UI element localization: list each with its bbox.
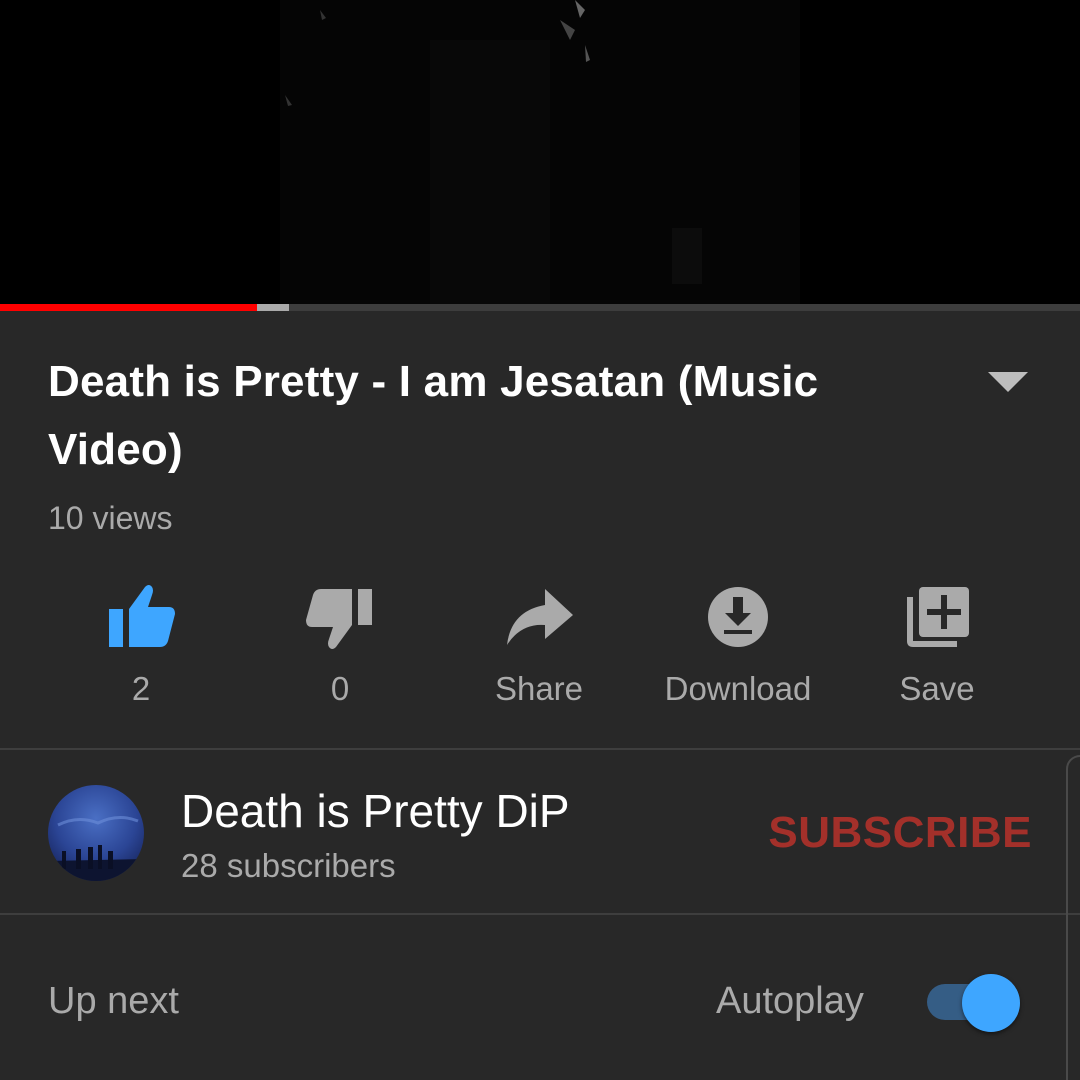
autoplay-toggle[interactable] (924, 974, 1024, 1032)
channel-name[interactable]: Death is Pretty DiP (181, 784, 570, 838)
video-progress-bar[interactable] (0, 304, 1080, 311)
chevron-down-icon[interactable] (986, 370, 1030, 394)
autoplay-label: Autoplay (716, 980, 864, 1022)
share-icon (507, 589, 573, 645)
up-next-label: Up next (48, 980, 179, 1022)
divider (0, 913, 1080, 915)
add-to-playlist-icon (907, 587, 969, 647)
progress-played (0, 304, 258, 311)
video-player[interactable] (0, 0, 1080, 304)
scroll-panel-edge (1066, 755, 1080, 1080)
divider (0, 748, 1080, 750)
share-label: Share (494, 670, 584, 707)
like-count: 2 (131, 670, 151, 707)
channel-avatar[interactable] (48, 785, 144, 881)
download-button[interactable]: Download (638, 575, 838, 725)
video-frame (0, 0, 1080, 304)
dislike-button[interactable]: 0 (240, 575, 440, 725)
subscribe-button[interactable]: SUBSCRIBE (768, 808, 1032, 858)
view-count: 10 views (48, 500, 173, 536)
toggle-knob (962, 974, 1020, 1032)
save-button[interactable]: Save (837, 575, 1037, 725)
save-label: Save (899, 670, 975, 707)
download-label: Download (664, 670, 812, 707)
thumbs-up-icon (109, 585, 175, 647)
action-bar: 2 0 Share Download Save (0, 575, 1080, 725)
thumbs-down-icon (306, 589, 372, 649)
dislike-count: 0 (330, 670, 350, 707)
avatar-image (48, 785, 144, 881)
share-button[interactable]: Share (439, 575, 639, 725)
like-button[interactable]: 2 (41, 575, 241, 725)
subscriber-count: 28 subscribers (181, 847, 396, 884)
download-icon (708, 587, 768, 647)
video-title[interactable]: Death is Pretty - I am Jesatan (Music Vi… (48, 348, 948, 484)
